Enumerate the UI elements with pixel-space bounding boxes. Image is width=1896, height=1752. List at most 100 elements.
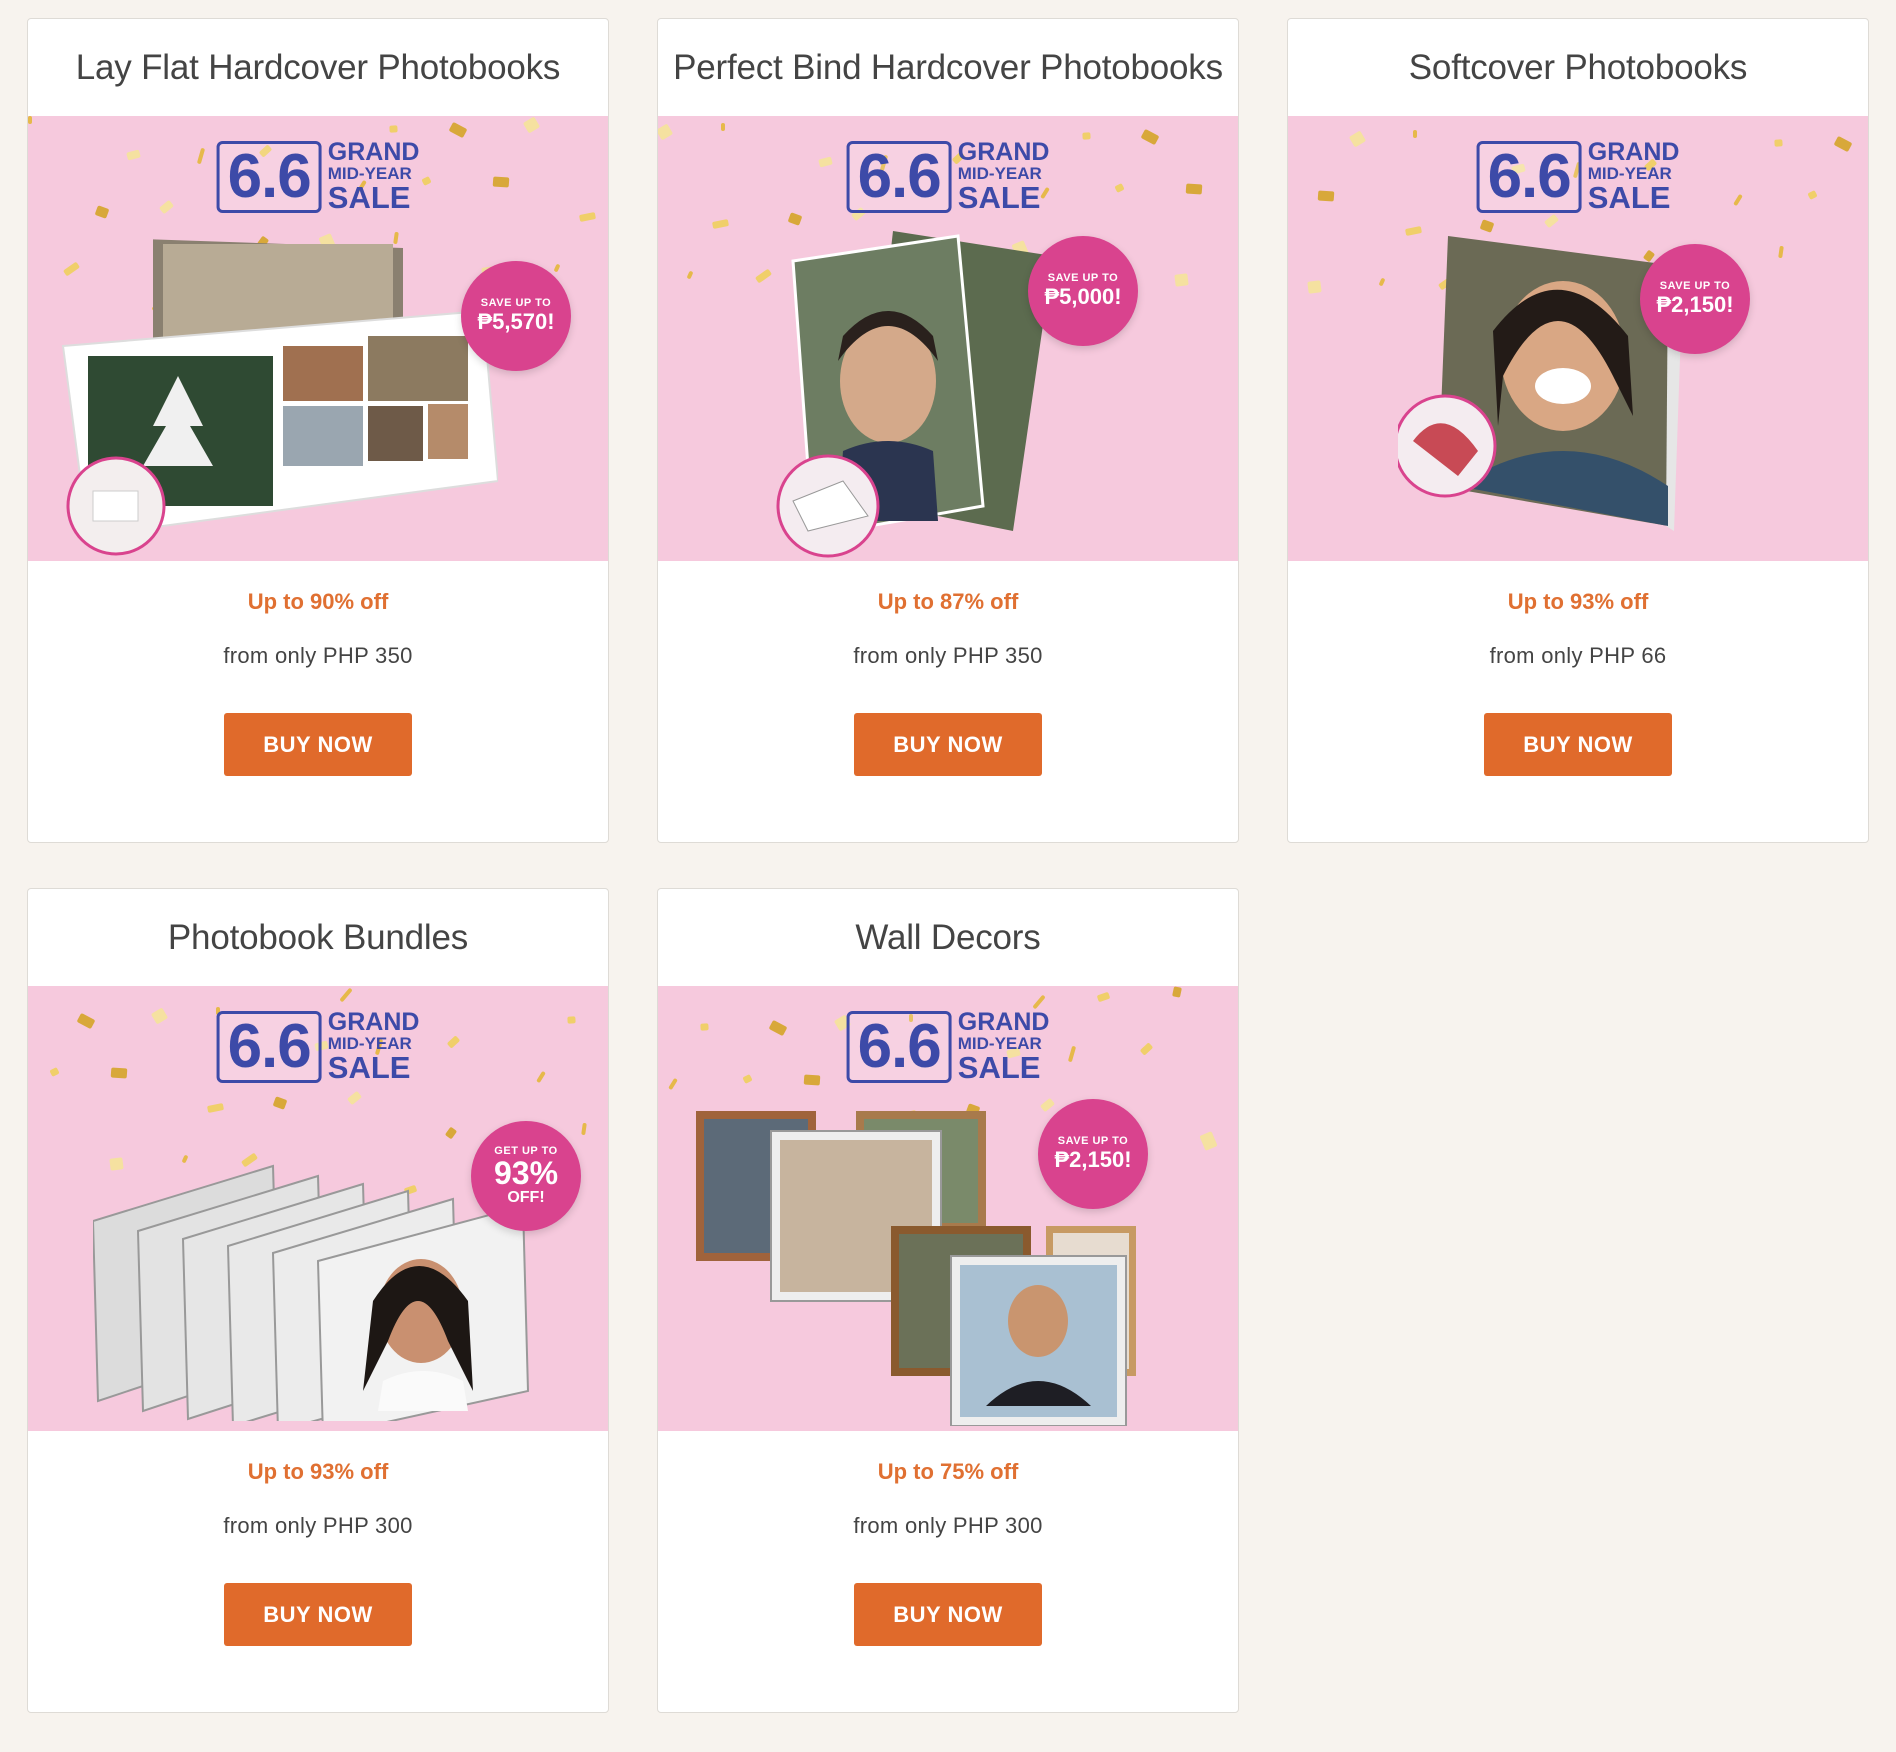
confetti-decoration [151,1007,169,1025]
confetti-decoration [1778,245,1784,259]
savings-badge: GET UP TO 93% OFF! [471,1121,581,1231]
badge-caption: SAVE UP TO [1659,280,1731,292]
confetti-decoration [197,147,206,165]
confetti-decoration [535,1070,546,1084]
confetti-decoration [818,156,834,168]
badge-suffix: OFF! [507,1189,545,1206]
buy-now-button[interactable]: BUY NOW [854,1583,1042,1646]
product-title: Photobook Bundles [167,917,469,957]
discount-text: Up to 93% off [1507,589,1649,614]
confetti-decoration [158,199,174,215]
sale-word-1: GRAND [327,1008,420,1036]
sale-number: 6.6 [1476,140,1582,213]
product-title: Lay Flat Hardcover Photobooks [75,47,561,87]
confetti-decoration [803,1074,820,1086]
confetti-decoration [1185,183,1202,195]
confetti-decoration [1413,130,1418,138]
confetti-decoration [339,987,353,1003]
price-text: from only PHP 300 [853,1513,1043,1538]
confetti-decoration [389,125,398,133]
sale-number: 6.6 [846,140,952,213]
confetti-decoration [1140,128,1160,146]
discount-text: Up to 75% off [877,1459,1019,1484]
discount-text: Up to 90% off [247,589,389,614]
promo-banner[interactable]: 6.6 GRAND MID-YEAR SALE [658,986,1238,1431]
sale-logo: 6.6 GRAND MID-YEAR SALE [1476,138,1680,215]
confetti-decoration [553,263,561,273]
sale-logo: 6.6 GRAND MID-YEAR SALE [216,140,419,213]
buy-now-button[interactable]: BUY NOW [1484,713,1672,776]
confetti-decoration [446,1035,461,1049]
sale-logo: 6.6 GRAND MID-YEAR SALE [216,1008,420,1085]
confetti-decoration [76,1012,96,1030]
confetti-decoration [28,116,32,124]
photobook-bundle-image [93,1164,530,1421]
confetti-decoration [711,219,730,229]
discount-text: Up to 87% off [877,589,1019,614]
confetti-decoration [700,1023,709,1031]
confetti-decoration [1544,213,1560,229]
badge-value: ₱2,150! [1054,1147,1132,1172]
sale-word-3: SALE [1587,180,1671,215]
sale-logo: 6.6 GRAND MID-YEAR SALE [846,1008,1050,1085]
sale-number: 6.6 [216,140,322,213]
promo-banner[interactable]: 6.6 GRAND MID-YEAR SALE SAVE UP TO ₱2,15… [1288,116,1868,561]
confetti-decoration [1317,190,1335,202]
badge-value: ₱5,570! [477,309,555,334]
confetti-decoration [1172,986,1183,998]
buy-now-button[interactable]: BUY NOW [854,713,1042,776]
layflat-photobook-image [61,239,498,556]
confetti-decoration [448,121,468,139]
confetti-decoration [1732,193,1743,207]
confetti-decoration [125,149,141,161]
product-card-softcover: Softcover Photobooks 6.6 GRAND MID-YEAR … [1287,18,1869,843]
promo-banner[interactable]: 6.6 GRAND MID-YEAR SALE GET UP TO 93% OF… [28,986,608,1431]
product-title: Wall Decors [855,917,1041,957]
price-text: from only PHP 350 [853,643,1043,668]
price-text: from only PHP 66 [1489,643,1667,668]
confetti-decoration [1067,1045,1077,1063]
confetti-decoration [492,176,510,188]
confetti-decoration [1774,139,1783,147]
badge-value: ₱2,150! [1656,292,1734,317]
sale-word-1: GRAND [1587,138,1680,166]
confetti-decoration [94,205,110,219]
confetti-decoration [1114,183,1125,193]
confetti-decoration [668,1077,679,1091]
confetti-decoration [1139,1042,1153,1056]
confetti-decoration [686,270,693,280]
confetti-decoration [523,116,541,134]
badge-caption: SAVE UP TO [1047,272,1119,284]
sale-word-1: GRAND [957,1008,1050,1036]
product-title: Perfect Bind Hardcover Photobooks [673,47,1223,87]
confetti-decoration [421,176,432,186]
sale-word-1: GRAND [957,138,1050,166]
confetti-decoration [1404,226,1422,236]
sale-word-3: SALE [327,1050,411,1085]
confetti-decoration [658,123,674,141]
badge-caption: SAVE UP TO [1057,1135,1129,1147]
badge-caption: SAVE UP TO [480,297,552,309]
sale-number: 6.6 [216,1010,322,1083]
promo-banner[interactable]: 6.6 GRAND MID-YEAR SALE SAVE UP TO ₱5,00… [658,116,1238,561]
buy-now-button[interactable]: BUY NOW [224,713,412,776]
confetti-decoration [567,1016,576,1024]
sale-word-3: SALE [957,1050,1041,1085]
badge-value: ₱5,000! [1044,284,1122,309]
confetti-decoration [1174,273,1189,287]
confetti-decoration [1833,135,1853,153]
savings-badge: SAVE UP TO ₱2,150! [1038,1099,1148,1209]
buy-now-button[interactable]: BUY NOW [224,1583,412,1646]
product-card-layflat: Lay Flat Hardcover Photobooks 6.6 GRAND … [27,18,609,843]
badge-value: 93% [493,1155,559,1191]
confetti-decoration [580,1122,587,1136]
discount-text: Up to 93% off [247,1459,389,1484]
confetti-decoration [1081,132,1091,140]
product-card-wall-decors: Wall Decors 6.6 GRAND MID-YEAR SALE SAVE… [657,888,1239,1713]
promo-banner[interactable]: 6.6 GRAND MID-YEAR SALE [28,116,608,561]
price-text: from only PHP 300 [223,1513,413,1538]
product-card-bundles: Photobook Bundles 6.6 GRAND MID-YEAR SAL… [27,888,609,1713]
savings-badge: SAVE UP TO ₱2,150! [1640,244,1750,354]
product-title: Softcover Photobooks [1408,47,1748,87]
confetti-decoration [110,1067,128,1079]
